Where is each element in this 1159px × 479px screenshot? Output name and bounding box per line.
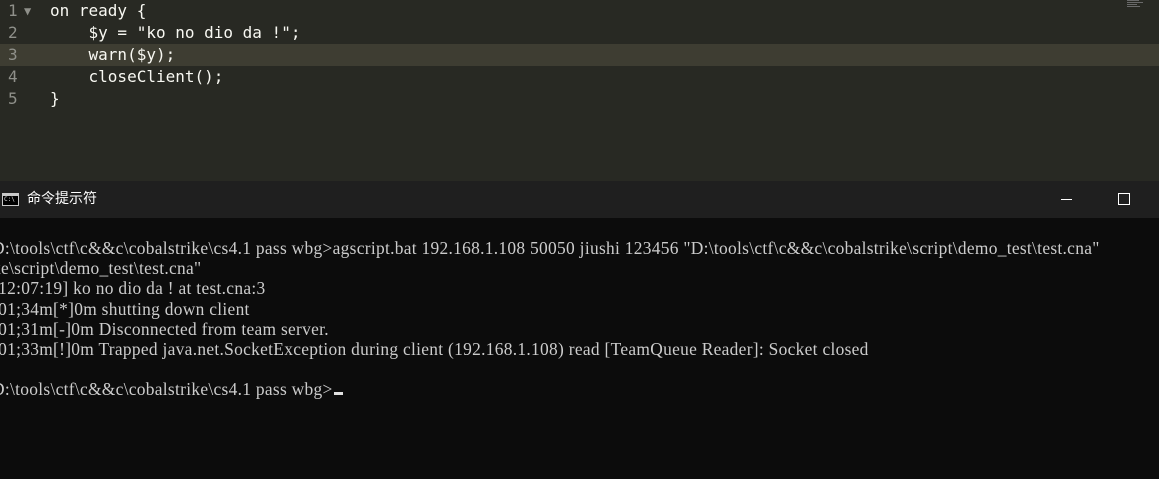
minimize-icon[interactable]: [1043, 181, 1089, 218]
window-title-bar[interactable]: 命令提示符: [0, 181, 1159, 218]
line-number: 4: [8, 67, 18, 86]
window-title: 命令提示符: [27, 191, 97, 207]
terminal-line: ke\script\demo_test\test.cna": [0, 258, 202, 279]
command-prompt-window[interactable]: 命令提示符 D:\tools\ctf\c&&c\cobalstrike\cs4.…: [0, 181, 1159, 479]
terminal-line: [01;33m[!]0m Trapped java.net.SocketExce…: [0, 338, 869, 359]
terminal-line: [12:07:19] ko no dio da ! at test.cna:3: [0, 278, 266, 299]
code-line[interactable]: closeClient();: [50, 66, 224, 88]
line-number: 5: [8, 89, 18, 108]
code-line[interactable]: $y = "ko no dio da !";: [50, 22, 301, 44]
line-number: 1: [8, 1, 18, 20]
terminal-output[interactable]: D:\tools\ctf\c&&c\cobalstrike\cs4.1 pass…: [0, 238, 1159, 400]
cmd-icon: [2, 193, 19, 206]
terminal-line: [01;31m[-]0m Disconnected from team serv…: [0, 318, 329, 339]
prompt-line[interactable]: D:\tools\ctf\c&&c\cobalstrike\cs4.1 pass…: [0, 379, 1159, 399]
minimap[interactable]: [1127, 0, 1145, 8]
maximize-icon[interactable]: [1101, 181, 1147, 218]
code-line[interactable]: on ready {: [50, 0, 146, 22]
line-number: 2: [8, 23, 18, 42]
terminal-line: D:\tools\ctf\c&&c\cobalstrike\cs4.1 pass…: [0, 238, 1100, 258]
active-line-highlight: [44, 44, 1159, 66]
prompt-text: D:\tools\ctf\c&&c\cobalstrike\cs4.1 pass…: [0, 379, 333, 400]
terminal-line: [01;34m[*]0m shutting down client: [0, 298, 250, 319]
fold-arrow-icon[interactable]: ▼: [24, 0, 31, 22]
code-line[interactable]: }: [50, 88, 60, 110]
line-number: 3: [8, 45, 18, 64]
text-cursor: [333, 392, 343, 396]
code-editor[interactable]: 1 ▼ on ready { 2 $y = "ko no dio da !"; …: [0, 0, 1159, 181]
active-line-gutter-highlight: [0, 44, 44, 66]
code-line[interactable]: warn($y);: [50, 44, 176, 66]
